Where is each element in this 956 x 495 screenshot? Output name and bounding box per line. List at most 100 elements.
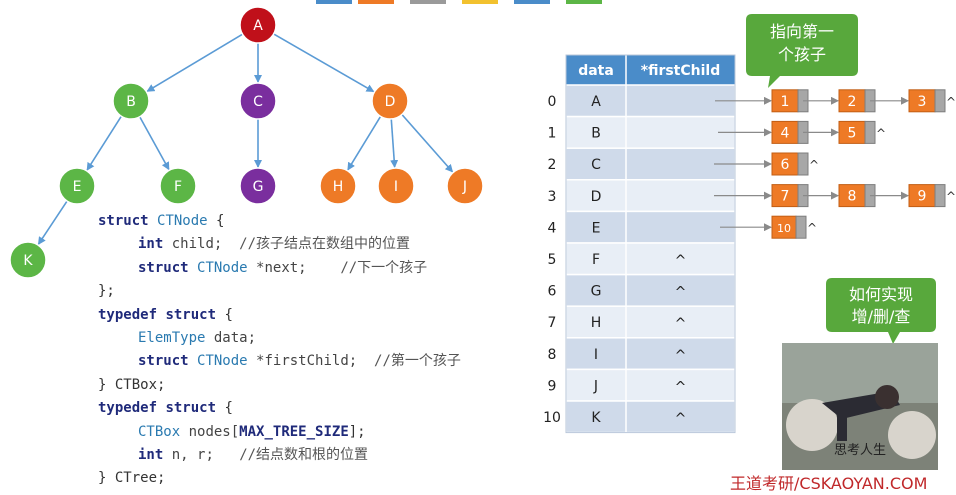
- code-type: ElemType: [138, 330, 206, 347]
- child-table: data *firstChild0 A1 B2 C3 D4 E5 F ^6 G ^7 H ^8 I ^9 J ^…: [543, 54, 736, 434]
- tree-node-H: H: [319, 167, 357, 205]
- tree-node-label: A: [253, 18, 263, 34]
- table-row-index: 6: [548, 284, 557, 300]
- list-null-marker: ^: [946, 190, 956, 204]
- code-type: CTNode: [157, 213, 208, 229]
- code-identifier: n, r;: [171, 447, 214, 464]
- child-list-row-1: 4 5 ^: [718, 120, 886, 144]
- table-row: 4E: [548, 210, 736, 244]
- table-row-data: J: [593, 378, 598, 394]
- table-row-index: 2: [548, 157, 557, 173]
- tree-node-label: D: [385, 94, 396, 110]
- table-header-firstchild: *firstChild: [641, 63, 721, 79]
- tree-node-B: B: [112, 82, 150, 120]
- code-type: CTNode: [197, 259, 248, 276]
- child-list-row-0: 1 2 3 ^: [715, 89, 956, 113]
- table-row-index: 3: [548, 189, 557, 205]
- code-line-4: };: [98, 283, 115, 300]
- list-node: 8: [838, 184, 876, 208]
- tree-node-K: K: [9, 241, 47, 279]
- list-node: 2: [838, 89, 876, 113]
- list-node-value: 3: [918, 94, 927, 110]
- table-header-data: data: [578, 63, 614, 79]
- code-line-12: } CTree;: [98, 470, 166, 487]
- photo-caption: 思考人生: [833, 443, 886, 458]
- callout-first-child-line2: 个孩子: [778, 45, 826, 64]
- callout-how-to-line1: 如何实现: [849, 285, 913, 304]
- tree-edge-D-I: [390, 118, 399, 169]
- list-node: 7: [771, 184, 809, 208]
- tree-edge-B-F: [139, 116, 170, 171]
- table-row-index: 9: [548, 378, 557, 394]
- table-row-firstchild: ^: [675, 379, 687, 395]
- code-keyword: struct: [98, 213, 149, 229]
- tree-node-J: J: [446, 167, 484, 205]
- code-type: CTBox: [138, 423, 181, 440]
- tree-node-label: J: [462, 179, 467, 195]
- table-row-data: F: [592, 252, 600, 268]
- code-line-11: int n, r; //结点数和根的位置: [98, 447, 368, 463]
- callout-first-child-line1: 指向第一: [770, 22, 834, 41]
- tree-node-label: F: [174, 179, 182, 195]
- code-brace: {: [224, 306, 233, 323]
- table-row-index: 4: [548, 220, 557, 236]
- code-identifier: ];: [348, 423, 366, 440]
- table-row-index: 1: [548, 126, 557, 142]
- table-row-data: E: [592, 220, 601, 236]
- callout-how-to-line2: 增/删/查: [852, 307, 911, 326]
- tree-node-label: I: [394, 179, 398, 195]
- code-keyword: struct: [165, 306, 217, 323]
- code-type: CTNode: [197, 353, 248, 370]
- code-keyword: struct: [165, 400, 217, 417]
- table-row-data: H: [591, 315, 602, 331]
- list-node-value: 6: [781, 157, 790, 173]
- tree-edge-B-E: [86, 115, 123, 171]
- code-comment: //结点数和根的位置: [239, 447, 369, 464]
- tree-node-label: B: [126, 94, 136, 110]
- list-node: 6 ^: [771, 152, 819, 176]
- tree-node-label: C: [253, 94, 263, 110]
- list-node: 3 ^: [908, 89, 956, 113]
- code-identifier: data;: [213, 330, 257, 347]
- code-line-5: typedef struct {: [98, 307, 233, 323]
- table-row: 1B: [548, 115, 736, 149]
- code-keyword: struct: [138, 353, 189, 370]
- thinking-photo: 思考人生: [782, 343, 938, 470]
- struct-code-block: struct CTNode { int child; //孩子结点在数组中的位置…: [98, 210, 461, 491]
- list-node: 9 ^: [908, 184, 956, 208]
- table-row-firstchild: ^: [675, 348, 687, 364]
- table-row: 10 K ^: [543, 400, 736, 434]
- table-row-index: 10: [543, 410, 561, 426]
- code-keyword: int: [138, 447, 164, 464]
- code-comment: //第一个孩子: [374, 353, 461, 370]
- table-row-firstchild: ^: [675, 411, 687, 427]
- table-row: 7 H ^: [548, 305, 736, 339]
- code-line-6: ElemType data;: [98, 330, 256, 346]
- list-node: 4: [771, 120, 809, 144]
- code-keyword: typedef: [98, 306, 158, 323]
- list-node-value: 10: [777, 222, 791, 235]
- table-row: 8 I ^: [548, 337, 736, 371]
- table-row-index: 0: [548, 94, 557, 110]
- tree-node-label: H: [333, 179, 344, 195]
- callout-how-to: 如何实现 增/删/查: [826, 278, 936, 344]
- tree-node-A: A: [239, 6, 277, 44]
- table-row-firstchild: ^: [675, 253, 687, 269]
- code-identifier: *firstChild;: [256, 353, 358, 370]
- tree-edge-A-B: [146, 33, 243, 92]
- code-comment: //孩子结点在数组中的位置: [239, 236, 411, 253]
- tree-node-label: G: [253, 179, 264, 195]
- table-row: 3D: [548, 179, 736, 213]
- table-row-data: C: [591, 157, 601, 173]
- child-linked-lists: 1 2 3 ^4 5 ^6 ^7 8 9 ^10 ^: [714, 89, 956, 239]
- tree-node-E: E: [58, 167, 96, 205]
- list-node-value: 2: [848, 94, 857, 110]
- code-keyword: typedef: [98, 400, 158, 417]
- table-header: data *firstChild: [566, 55, 735, 85]
- table-row-index: 7: [548, 315, 557, 331]
- list-node: 1: [771, 89, 809, 113]
- list-node-value: 8: [848, 189, 857, 205]
- tree-edge-E-K: [37, 200, 68, 245]
- list-null-marker: ^: [876, 126, 886, 140]
- table-row-data: D: [591, 189, 602, 205]
